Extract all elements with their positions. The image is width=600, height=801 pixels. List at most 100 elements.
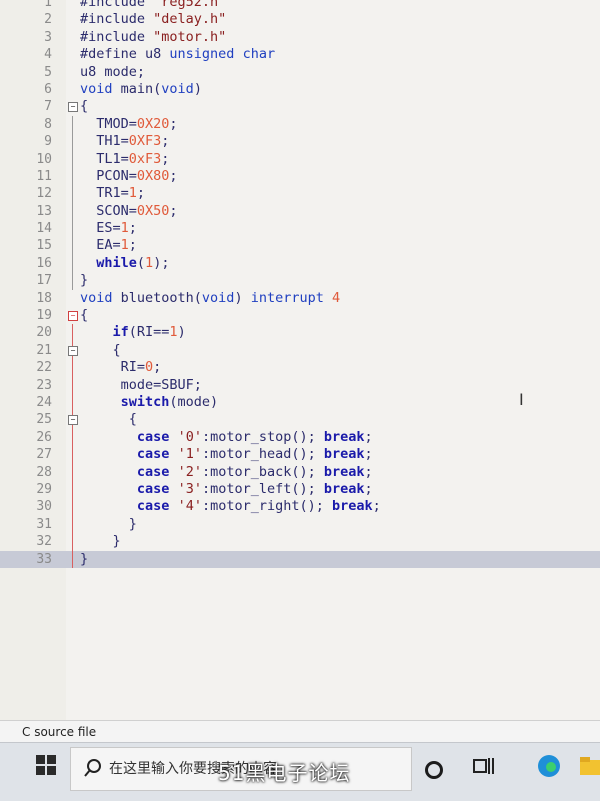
code-line[interactable]: 13 SCON=0X50; (0, 202, 600, 221)
code-line[interactable]: 20 if(RI==1) (0, 324, 600, 342)
code-line[interactable]: 8 TMOD=0X20; (0, 115, 600, 134)
code-text: case '1':motor_head(); break; (136, 446, 373, 463)
fold-guide-line (72, 515, 73, 534)
code-text: EA=1; (80, 237, 137, 254)
code-line[interactable]: 26 case '0':motor_stop(); break; (0, 428, 600, 447)
file-type-label: C source file (22, 725, 97, 739)
code-line[interactable]: 12 TR1=1; (0, 185, 600, 203)
code-text: #define u8 unsigned char (80, 46, 276, 63)
edge-icon[interactable] (536, 753, 562, 779)
task-view-icon[interactable] (470, 753, 496, 779)
fold-toggle-icon[interactable]: − (68, 415, 78, 426)
code-text: ES=1; (80, 220, 137, 237)
line-number: 30 (36, 499, 52, 515)
watermark: 51黑电子论坛 (218, 761, 351, 785)
line-number: 2 (44, 12, 52, 28)
code-text: switch(mode) (120, 393, 219, 410)
code-text: if(RI==1) (112, 324, 186, 341)
code-line[interactable]: 9 TH1=0XF3; (0, 133, 600, 151)
code-line[interactable]: 21 − { (0, 341, 600, 360)
code-text: TL1=0xF3; (80, 150, 170, 167)
line-number: 28 (36, 464, 52, 480)
code-text: RI=0; (80, 359, 162, 376)
line-number: 15 (36, 238, 52, 254)
code-line[interactable]: 16 while(1); (0, 254, 600, 273)
code-line[interactable]: 33} (0, 550, 600, 568)
code-line[interactable]: 23 mode=SBUF; (0, 376, 600, 394)
fold-guide-line (72, 220, 73, 238)
code-area[interactable]: 1 #include "reg52.h" 2 #include "delay.h" 3 #… (0, 0, 600, 568)
code-line[interactable]: 14 ES=1; (0, 220, 600, 238)
code-line[interactable]: 1 #include "reg52.h" (0, 0, 600, 11)
code-text: { (80, 98, 89, 115)
code-text: #include "reg52.h" (80, 0, 227, 10)
code-line[interactable]: 2 #include "delay.h" (0, 11, 600, 28)
code-line[interactable]: 27 case '1':motor_head(); break; (0, 446, 600, 464)
code-text: } (80, 550, 89, 567)
code-line[interactable]: 6 void main(void) (0, 81, 600, 98)
code-line[interactable]: 28 case '2':motor_back(); break; (0, 463, 600, 481)
code-line[interactable]: 24 switch(mode) (0, 393, 600, 412)
line-number: 16 (36, 255, 52, 271)
code-line[interactable]: 17} (0, 272, 600, 290)
code-line[interactable]: 5 u8 mode; (0, 64, 600, 81)
code-line[interactable]: 11 PCON=0X80; (0, 167, 600, 186)
code-line[interactable]: 10 TL1=0xF3; (0, 150, 600, 168)
windows-start-icon[interactable] (36, 755, 56, 775)
fold-guide-line (72, 393, 73, 412)
ibeam-cursor-icon: I (519, 390, 524, 409)
line-number: 21 (36, 342, 52, 358)
code-line[interactable]: 32 } (0, 533, 600, 551)
line-number: 33 (36, 551, 52, 567)
code-text: { (80, 411, 137, 428)
fold-guide-line (72, 167, 73, 186)
line-number: 8 (44, 116, 52, 132)
fold-toggle-icon[interactable]: − (68, 102, 78, 113)
line-number: 31 (36, 516, 52, 532)
code-text: while(1); (96, 254, 170, 271)
fold-guide-line (72, 480, 73, 499)
code-text: case '4':motor_right(); break; (136, 498, 381, 515)
line-number: 5 (44, 64, 52, 80)
fold-guide-line (72, 202, 73, 221)
code-text: case '3':motor_left(); break; (136, 480, 373, 497)
code-line[interactable]: 3 #include "motor.h" (0, 29, 600, 46)
code-text: TMOD=0X20; (80, 115, 178, 132)
code-line[interactable]: 30 case '4':motor_right(); break; (0, 498, 600, 516)
fold-guide-line (72, 498, 73, 516)
line-number: 23 (36, 377, 52, 393)
fold-guide-line (72, 550, 73, 568)
code-line[interactable]: 25 − { (0, 411, 600, 429)
fold-guide-line (72, 150, 73, 168)
cortana-icon[interactable] (425, 761, 443, 779)
line-number: 6 (44, 81, 52, 97)
code-line[interactable]: 15 EA=1; (0, 237, 600, 255)
code-line[interactable]: 19 −{ (0, 307, 600, 324)
line-number: 29 (36, 481, 52, 497)
code-text: } (80, 533, 121, 550)
code-editor[interactable]: 1 #include "reg52.h" 2 #include "delay.h" 3 #… (0, 0, 600, 720)
line-number: 10 (36, 151, 52, 167)
line-number: 22 (36, 360, 52, 376)
code-text: #include "delay.h" (80, 11, 227, 28)
file-explorer-icon[interactable] (578, 753, 600, 779)
code-text: SCON=0X50; (80, 202, 178, 219)
fold-guide-line (72, 376, 73, 394)
fold-guide-line (72, 359, 73, 377)
code-text: } (80, 515, 137, 532)
code-line[interactable]: 29 case '3':motor_left(); break; (0, 480, 600, 499)
line-number: 26 (36, 429, 52, 445)
code-line[interactable]: 31 } (0, 515, 600, 534)
code-line[interactable]: 4 #define u8 unsigned char (0, 46, 600, 63)
code-line[interactable]: 7 −{ (0, 98, 600, 115)
line-number: 18 (36, 290, 52, 306)
code-text: u8 mode; (80, 63, 146, 80)
code-line[interactable]: 18 void bluetooth(void) interrupt 4 (0, 290, 600, 307)
fold-toggle-icon[interactable]: − (68, 311, 78, 322)
line-number: 3 (44, 29, 52, 45)
fold-toggle-icon[interactable]: − (68, 345, 78, 356)
fold-guide-line (72, 446, 73, 464)
code-text: case '2':motor_back(); break; (136, 463, 373, 480)
fold-guide-line (72, 324, 73, 342)
code-line[interactable]: 22 RI=0; (0, 359, 600, 377)
